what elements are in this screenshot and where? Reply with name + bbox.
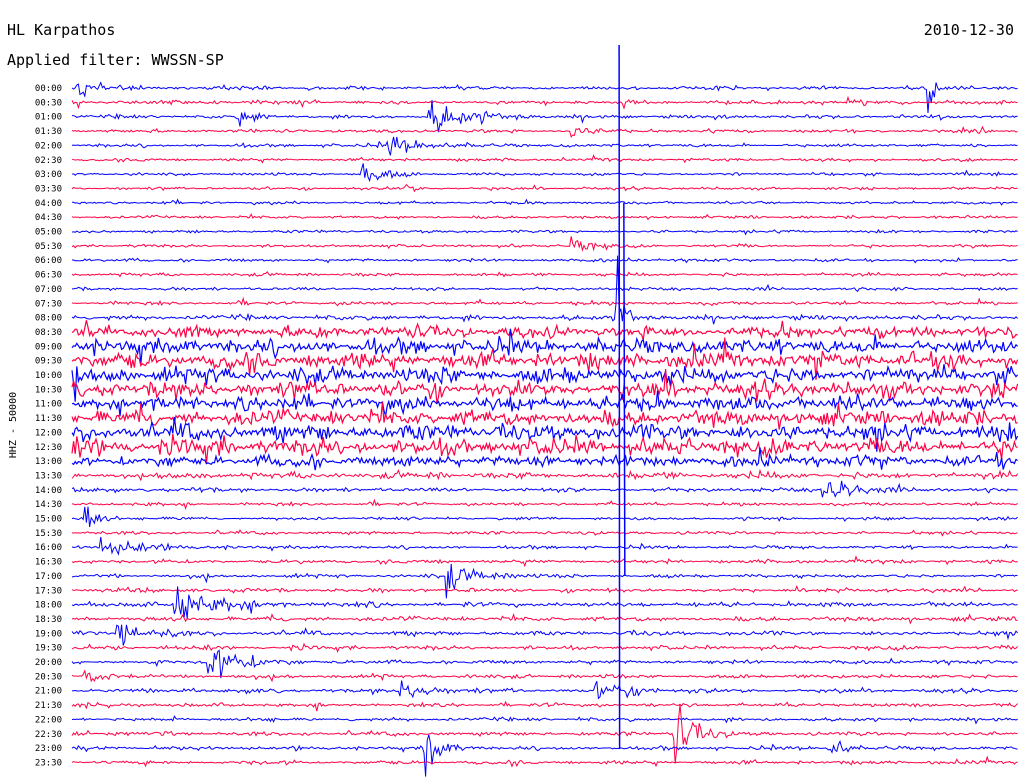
teleseismic-spike (623, 202, 626, 576)
trace-line-1000 (71, 364, 1019, 402)
time-label: 08:00 (35, 314, 62, 324)
trace-group (71, 44, 1019, 777)
time-label: 10:30 (35, 385, 62, 395)
trace-line-1930 (71, 642, 1018, 653)
helicorder-plot: 00:00 00:30 01:00 01:30 02:00 02:30 03:00 03:30… (0, 0, 1024, 780)
trace-line-2000 (71, 649, 1018, 679)
time-label: 23:30 (35, 758, 62, 768)
time-label: 19:00 (35, 629, 62, 639)
time-label: 22:00 (35, 715, 62, 725)
trace-line-0500 (71, 228, 1018, 236)
trace-line-1730 (71, 585, 1018, 594)
trace-line-2230 (71, 704, 1018, 764)
time-label: 18:00 (35, 601, 62, 611)
time-label: 22:30 (35, 730, 62, 740)
time-label: 16:00 (35, 543, 62, 553)
trace-line-0130 (71, 125, 1018, 138)
time-label: 09:00 (35, 342, 62, 352)
time-label: 11:30 (35, 414, 62, 424)
time-label: 10:00 (35, 371, 62, 381)
time-label: 23:00 (35, 744, 62, 754)
trace-line-0700 (72, 283, 1018, 293)
trace-line-0230 (71, 154, 1018, 164)
time-label: 21:00 (35, 687, 62, 697)
time-label: 21:30 (35, 701, 62, 711)
time-label: 18:30 (35, 615, 62, 625)
time-label: 13:30 (35, 471, 62, 481)
time-label: 03:00 (35, 170, 62, 180)
time-label-group: 00:00 00:30 01:00 01:30 02:00 02:30 03:00 03:30… (35, 84, 62, 768)
trace-line-1400 (71, 480, 1018, 498)
time-label: 12:00 (35, 428, 62, 438)
time-label: 17:00 (35, 572, 62, 582)
time-label: 02:30 (35, 156, 62, 166)
trace-line-1100 (71, 390, 1018, 417)
time-label: 02:00 (35, 141, 62, 151)
time-label: 14:00 (35, 486, 62, 496)
time-label: 16:30 (35, 558, 62, 568)
time-label: 03:30 (35, 184, 62, 194)
time-label: 14:30 (35, 500, 62, 510)
helicorder-svg: 00:00 00:30 01:00 01:30 02:00 02:30 03:00 03:30… (8, 44, 1019, 777)
time-label: 04:00 (35, 199, 62, 209)
trace-line-1600 (71, 536, 1018, 556)
trace-line-2100 (71, 680, 1018, 700)
time-label: 05:30 (35, 242, 62, 252)
trace-line-1900 (71, 624, 1018, 646)
trace-line-2200 (71, 715, 1018, 725)
time-label: 00:00 (35, 84, 62, 94)
trace-line-0600 (72, 257, 1018, 264)
trace-line-0000 (71, 81, 1018, 114)
teleseismic-spike (618, 44, 621, 749)
trace-line-0030 (71, 95, 1018, 110)
time-label: 06:00 (35, 256, 62, 266)
time-label: 00:30 (35, 98, 62, 108)
time-label: 12:30 (35, 443, 62, 453)
trace-line-2130 (71, 700, 1018, 712)
time-label: 01:30 (35, 127, 62, 137)
time-label: 11:00 (35, 400, 62, 410)
trace-line-0530 (71, 236, 1018, 252)
trace-line-0330 (71, 183, 1018, 193)
trace-line-0200 (71, 136, 1018, 156)
time-label: 07:30 (35, 299, 62, 309)
trace-line-1330 (71, 468, 1019, 482)
applied-filter: Applied filter: WWSSN-SP (7, 51, 224, 69)
time-label: 15:30 (35, 529, 62, 539)
trace-line-1700 (71, 563, 1018, 599)
trace-line-0100 (71, 99, 1018, 133)
time-label: 20:00 (35, 658, 62, 668)
time-label: 04:30 (35, 213, 62, 223)
time-label: 06:30 (35, 271, 62, 281)
trace-line-2330 (71, 755, 1018, 768)
time-label: 09:30 (35, 357, 62, 367)
trace-line-0400 (72, 198, 1018, 206)
time-label: 07:00 (35, 285, 62, 295)
plot-date: 2010-12-30 (923, 21, 1014, 39)
trace-line-1530 (71, 529, 1018, 537)
station-title: HL Karpathos (7, 21, 116, 39)
time-label: 05:00 (35, 228, 62, 238)
trace-line-1830 (71, 612, 1018, 625)
time-label: 17:30 (35, 586, 62, 596)
trace-line-2030 (71, 669, 1018, 683)
trace-line-1130 (71, 401, 1018, 430)
channel-label: HHZ - 50000 (8, 392, 19, 458)
time-label: 01:00 (35, 113, 62, 123)
time-label: 08:30 (35, 328, 62, 338)
trace-line-0630 (71, 270, 1018, 278)
trace-line-0730 (71, 296, 1018, 307)
trace-line-0430 (71, 213, 1018, 221)
trace-line-1500 (71, 506, 1018, 527)
time-label: 15:00 (35, 515, 62, 525)
time-label: 20:30 (35, 672, 62, 682)
time-label: 19:30 (35, 644, 62, 654)
trace-line-1430 (71, 498, 1018, 511)
time-label: 13:00 (35, 457, 62, 467)
trace-line-2300 (71, 734, 1018, 777)
trace-line-0300 (71, 163, 1018, 183)
trace-line-1630 (71, 555, 1018, 568)
